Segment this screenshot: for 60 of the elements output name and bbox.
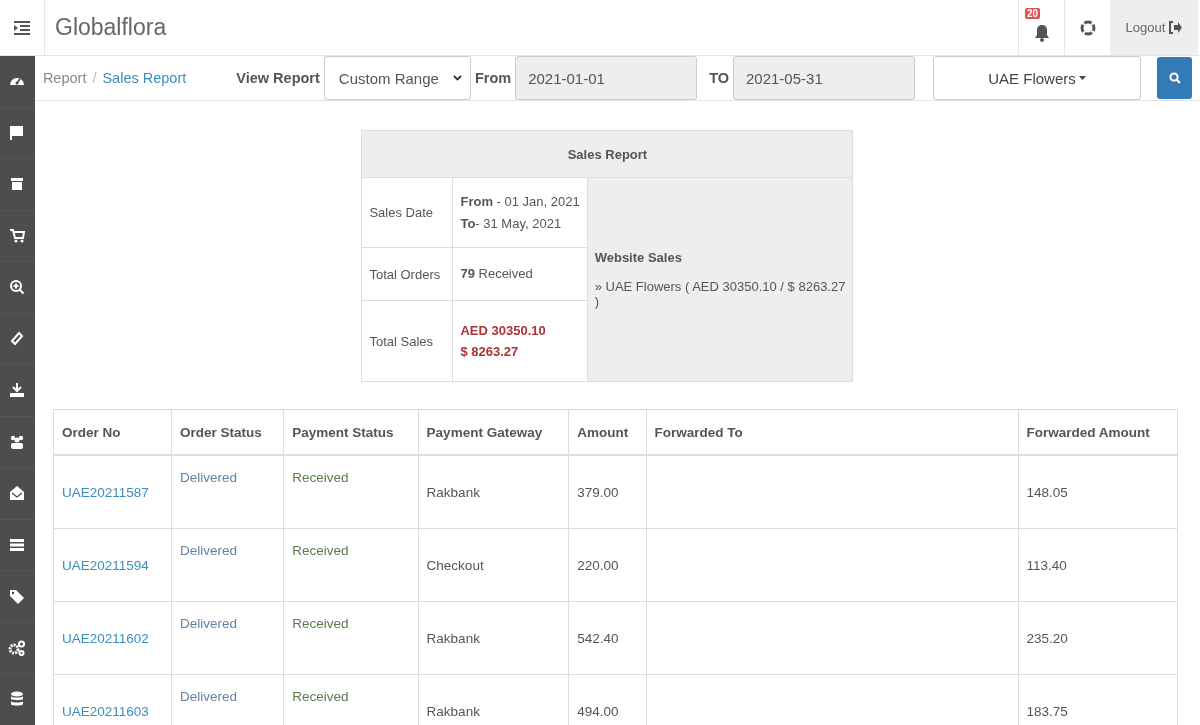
- table-cell: Received: [283, 528, 419, 602]
- cart-icon[interactable]: [8, 226, 27, 245]
- breadcrumb-separator: /: [92, 70, 97, 86]
- table-cell: Sales Date: [361, 177, 453, 248]
- column-header: Payment Status: [283, 409, 419, 455]
- column-header: Forwarded To: [646, 409, 1019, 455]
- table-cell: Received: [283, 601, 419, 675]
- notification-badge: 20: [1025, 8, 1041, 19]
- store-dropdown[interactable]: UAE Flowers: [933, 56, 1141, 100]
- table-cell: Delivered: [171, 455, 284, 529]
- caret-icon: [1078, 76, 1086, 80]
- table-cell: 379.00: [568, 455, 647, 529]
- order-link[interactable]: UAE20211587: [53, 455, 172, 529]
- column-header: Order No: [53, 409, 172, 455]
- table-cell: Delivered: [171, 601, 284, 675]
- range-select[interactable]: Custom Range: [323, 56, 471, 100]
- table-cell: 542.40: [568, 601, 647, 675]
- table-cell: Total Orders: [361, 247, 453, 301]
- website-sales-title: Website Sales: [594, 250, 683, 265]
- table-cell: Delivered: [171, 528, 284, 602]
- view-report-label: View Report: [236, 70, 320, 86]
- envelope-icon[interactable]: [8, 484, 27, 503]
- column-header: Forwarded Amount: [1018, 409, 1178, 455]
- gears-icon[interactable]: [8, 638, 27, 657]
- table-cell: Total Sales: [361, 300, 453, 382]
- table-cell: Received: [283, 455, 419, 529]
- logout-icon: [1168, 21, 1183, 34]
- website-sales-line: » UAE Flowers ( AED 30350.10 / $ 8263.27 ): [594, 279, 846, 309]
- menu-icon[interactable]: [14, 20, 30, 35]
- chevron-icon: [452, 75, 462, 81]
- table-cell: From - 01 Jan, 2021 To- 31 May, 2021: [452, 177, 588, 248]
- summary-title: Sales Report: [361, 130, 853, 178]
- from-label: From: [474, 70, 512, 86]
- search-button[interactable]: [1157, 57, 1192, 99]
- order-link[interactable]: UAE20211594: [53, 528, 172, 602]
- search-icon: [1168, 72, 1181, 84]
- breadcrumb-link[interactable]: Sales Report: [102, 70, 187, 86]
- table-cell: Rakbank: [418, 455, 569, 529]
- to-date-field[interactable]: 2021-05-31: [733, 56, 915, 100]
- column-header: Payment Gateway: [418, 409, 569, 455]
- column-header: Order Status: [171, 409, 284, 455]
- zoom-in-icon[interactable]: [8, 278, 27, 297]
- lifebuoy-icon[interactable]: [1079, 19, 1096, 36]
- to-label: TO: [709, 70, 729, 86]
- order-link[interactable]: UAE20211602: [53, 601, 172, 675]
- logout-button[interactable]: Logout: [1110, 0, 1198, 55]
- table-cell: Rakbank: [418, 601, 569, 675]
- order-link[interactable]: UAE20211603: [53, 674, 172, 725]
- column-header: Amount: [568, 409, 647, 455]
- from-date-field[interactable]: 2021-01-01: [515, 56, 698, 100]
- breadcrumb-link[interactable]: Report: [42, 70, 87, 86]
- table-cell: 113.40: [1018, 528, 1178, 602]
- brand-name: Globalflora: [55, 14, 167, 41]
- table-cell: Checkout: [418, 528, 569, 602]
- download-icon[interactable]: [8, 381, 27, 400]
- bell-icon[interactable]: [1033, 23, 1050, 42]
- table-cell: 220.00: [568, 528, 647, 602]
- table-cell: 235.20: [1018, 601, 1178, 675]
- table-cell: 148.05: [1018, 455, 1178, 529]
- tags-icon[interactable]: [8, 587, 27, 606]
